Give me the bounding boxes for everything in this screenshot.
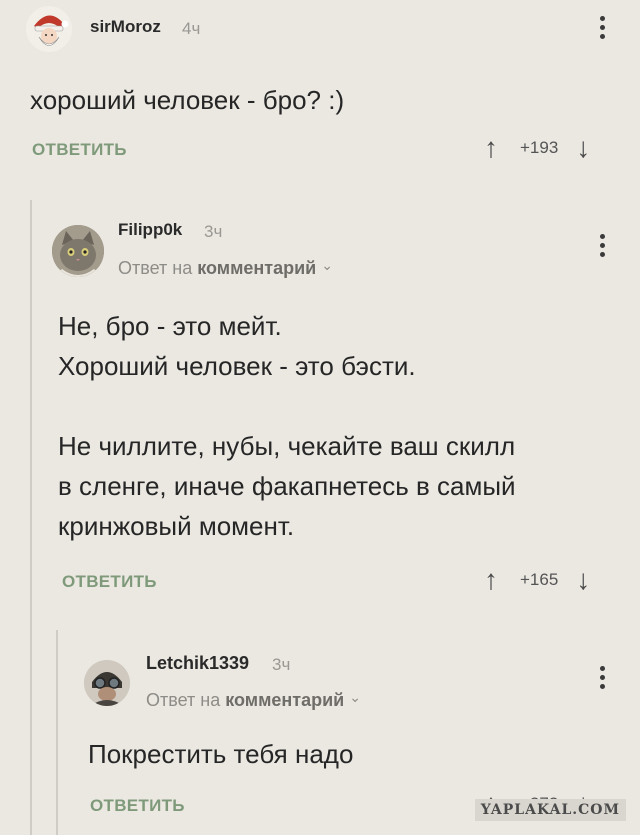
- santa-avatar[interactable]: [26, 6, 72, 52]
- comment-sirmoroz: sirMoroz 4ч хороший человек - бро? :) ОТ…: [0, 0, 640, 180]
- comment-time: 4ч: [182, 19, 201, 38]
- reply-button[interactable]: ОТВЕТИТЬ: [90, 796, 185, 816]
- cat-avatar[interactable]: [52, 225, 104, 277]
- santa-avatar-icon: [34, 15, 69, 46]
- pilot-avatar[interactable]: [84, 660, 130, 706]
- reply-to-line[interactable]: Ответ на комментарий ⌄: [118, 257, 333, 279]
- comment-time: 3ч: [204, 222, 223, 241]
- reply-target-link[interactable]: комментарий: [197, 258, 316, 278]
- reply-button[interactable]: ОТВЕТИТЬ: [32, 140, 127, 160]
- comment-text: Покрестить тебя надо: [88, 739, 354, 769]
- more-options-icon[interactable]: [600, 234, 606, 257]
- reply-button[interactable]: ОТВЕТИТЬ: [62, 572, 157, 592]
- reply-prefix: Ответ на: [146, 690, 221, 710]
- vote-score: +165: [520, 570, 559, 589]
- comment-text: хороший человек - бро? :): [30, 85, 345, 115]
- vote-block: ↑ +165 ↓: [484, 566, 614, 594]
- more-options-icon[interactable]: [600, 666, 606, 689]
- downvote-arrow-icon[interactable]: ↓: [576, 134, 590, 162]
- comment-filipp0k: Filipp0k 3ч Ответ на комментарий ⌄ Не, б…: [0, 180, 640, 620]
- upvote-arrow-icon[interactable]: ↑: [484, 566, 498, 594]
- site-watermark: YAPLAKAL.COM: [474, 799, 626, 821]
- comment-text: Не, бро - это мейт. Хороший человек - эт…: [58, 311, 516, 541]
- comment-author[interactable]: sirMoroz: [90, 17, 161, 37]
- comment-time: 3ч: [272, 655, 291, 674]
- comment-author[interactable]: Letchik1339: [146, 653, 249, 674]
- reply-prefix: Ответ на: [118, 258, 193, 278]
- upvote-arrow-icon[interactable]: ↑: [484, 134, 498, 162]
- vote-score: +193: [520, 138, 559, 157]
- comment-author[interactable]: Filipp0k: [118, 220, 182, 240]
- vote-block: ↑ +193 ↓: [484, 134, 614, 162]
- reply-target-link[interactable]: комментарий: [225, 690, 344, 710]
- chevron-down-icon[interactable]: ⌄: [321, 257, 333, 273]
- pilot-avatar-icon: [84, 660, 130, 706]
- reply-to-line[interactable]: Ответ на комментарий ⌄: [146, 689, 361, 711]
- more-options-icon[interactable]: [600, 16, 606, 39]
- chevron-down-icon[interactable]: ⌄: [349, 689, 361, 705]
- cat-avatar-icon: [52, 225, 104, 277]
- downvote-arrow-icon[interactable]: ↓: [576, 566, 590, 594]
